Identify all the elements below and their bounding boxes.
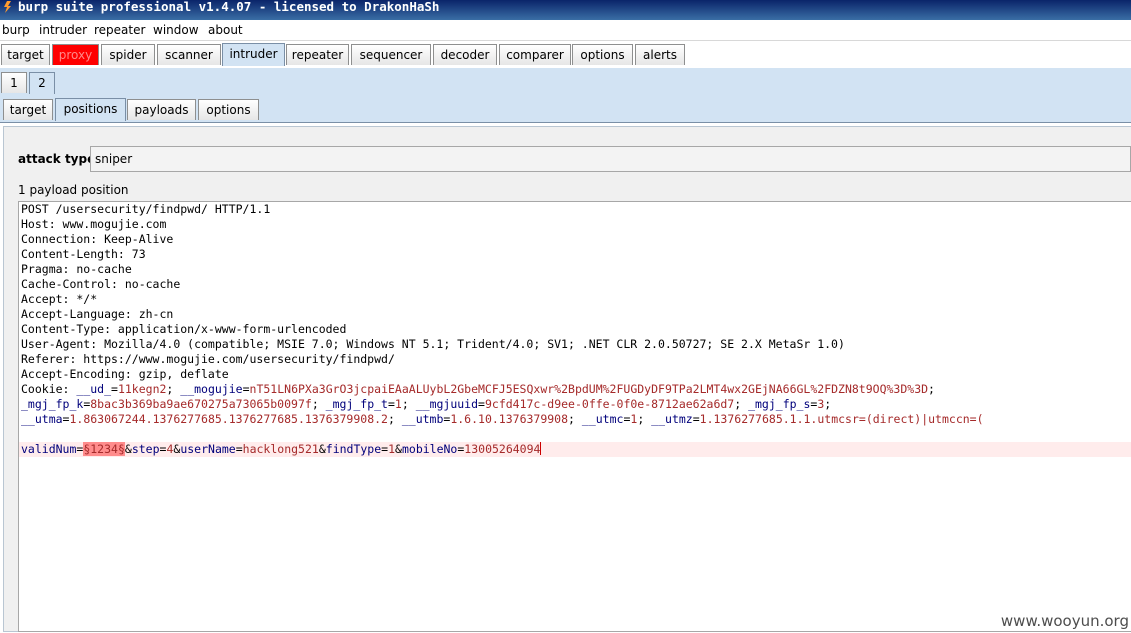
cookie-name: __utmc [581, 412, 624, 426]
cookie-value: 9cfd417c-d9ee-0ffe-0f0e-8712ae62a6d7 [484, 397, 735, 411]
body-param-name: userName [180, 442, 236, 456]
watermark: www.wooyun.org [1000, 612, 1129, 630]
header-cookie-line-1: Cookie: __ud_=11kegn2; __mogujie=nT51LN6… [21, 382, 935, 396]
request-editor[interactable]: POST /usersecurity/findpwd/ HTTP/1.1 Hos… [18, 201, 1131, 632]
cookie-value: 1.6.10.1376379908 [450, 412, 569, 426]
header-pragma: Pragma: no-cache [21, 262, 132, 276]
header-cache-control: Cache-Control: no-cache [21, 277, 181, 291]
payload-position-count: 1 payload position [18, 183, 129, 197]
request-body-line: validNum=§1234§&step=4&userName=hacklong… [21, 442, 542, 456]
menu-intruder[interactable]: intruder [39, 23, 87, 37]
tab-proxy[interactable]: proxy [52, 44, 99, 65]
body-param-value: 13005264094 [464, 442, 541, 456]
body-param-value: 1 [388, 442, 396, 456]
body-param-value: 4 [166, 442, 174, 456]
header-content-length: Content-Length: 73 [21, 247, 146, 261]
attack-type-label: attack type [18, 152, 96, 166]
cookie-value: 1 [394, 397, 402, 411]
window-title: burp suite professional v1.4.07 - licens… [18, 0, 440, 14]
body-param-name: findType [325, 442, 382, 456]
header-referer: Referer: https://www.mogujie.com/usersec… [21, 352, 395, 366]
request-tab-2[interactable]: 2 [29, 72, 55, 94]
request-tab-1[interactable]: 1 [1, 72, 27, 93]
cookie-value: 8bac3b369ba9ae670275a73065b0097f [90, 397, 312, 411]
menu-window[interactable]: window [153, 23, 199, 37]
cookie-name: __utmz [651, 412, 693, 426]
tab-comparer[interactable]: comparer [499, 44, 571, 65]
header-cookie-line-3: __utma=1.863067244.1376277685.1376277685… [21, 412, 984, 426]
header-cookie-line-2: _mgj_fp_k=8bac3b369ba9ae670275a73065b009… [21, 397, 832, 411]
cookie-name: __utma [21, 412, 63, 426]
tab-spider[interactable]: spider [101, 44, 155, 65]
header-content-type: Content-Type: application/x-www-form-url… [21, 322, 347, 336]
header-host: Host: www.mogujie.com [21, 217, 167, 231]
cookie-value: 1.1376277685.1.1.utmcsr=(direct)|utmccn=… [699, 412, 984, 426]
cookie-name: __ud_ [76, 382, 112, 396]
tab-intruder[interactable]: intruder [222, 43, 285, 66]
window-title-bar: burp suite professional v1.4.07 - licens… [0, 0, 1131, 20]
cookie-name: __utmb [401, 412, 444, 426]
menu-about[interactable]: about [208, 23, 243, 37]
tab-target[interactable]: target [1, 44, 50, 65]
cookie-value: 11kegn2 [117, 382, 167, 396]
request-line: POST /usersecurity/findpwd/ HTTP/1.1 [21, 202, 271, 216]
header-accept: Accept: */* [21, 292, 98, 306]
cookie-name: _mgj_fp_t [325, 397, 388, 411]
cookie-name: __mgjuuid [415, 397, 479, 411]
menu-burp[interactable]: burp [2, 23, 30, 37]
cookie-name: _mgj_fp_k [21, 397, 84, 411]
header-user-agent: User-Agent: Mozilla/4.0 (compatible; MSI… [21, 337, 845, 351]
header-connection: Connection: Keep-Alive [21, 232, 174, 246]
cookie-prefix: Cookie: [21, 382, 77, 396]
burp-app-icon [4, 1, 11, 13]
tab-repeater[interactable]: repeater [286, 44, 349, 65]
tab-decoder[interactable]: decoder [433, 44, 497, 65]
payload-position-marker[interactable]: §1234§ [83, 442, 125, 456]
cookie-value: 1.863067244.1376277685.1376277685.137637… [69, 412, 388, 426]
cookie-name: _mgj_fp_s [748, 397, 811, 411]
subtab-positions[interactable]: positions [55, 98, 126, 121]
attack-type-select[interactable]: sniper [90, 146, 1131, 172]
header-accept-encoding: Accept-Encoding: gzip, deflate [21, 367, 229, 381]
cookie-value: 3 [817, 397, 825, 411]
request-tab-bar: 1 2 [0, 72, 1131, 94]
body-param-name: step [131, 442, 160, 456]
intruder-subtab-bar: target positions payloads options [0, 98, 1131, 123]
cookie-value: nT51LN6PXa3GrO3jcpaiEAaALUybL2GbeMCFJ5ES… [249, 382, 929, 396]
tab-alerts[interactable]: alerts [635, 44, 685, 65]
body-param-name: validNum [21, 442, 77, 456]
body-param-name: mobileNo [401, 442, 458, 456]
tab-scanner[interactable]: scanner [157, 44, 221, 65]
subtab-payloads[interactable]: payloads [127, 99, 196, 120]
subtab-target[interactable]: target [3, 99, 53, 120]
tab-options[interactable]: options [572, 44, 633, 65]
tab-sequencer[interactable]: sequencer [351, 44, 431, 65]
cookie-name: __mogujie [180, 382, 243, 396]
subtab-options[interactable]: options [198, 99, 259, 120]
menu-bar: burp intruder repeater window about [0, 20, 1131, 41]
header-accept-language: Accept-Language: zh-cn [21, 307, 174, 321]
body-param-value: hacklong521 [242, 442, 319, 456]
menu-repeater[interactable]: repeater [94, 23, 145, 37]
main-tab-bar: target proxy spider scanner intruder rep… [0, 43, 1131, 68]
text-caret [540, 442, 542, 455]
cookie-value: 1 [630, 412, 638, 426]
